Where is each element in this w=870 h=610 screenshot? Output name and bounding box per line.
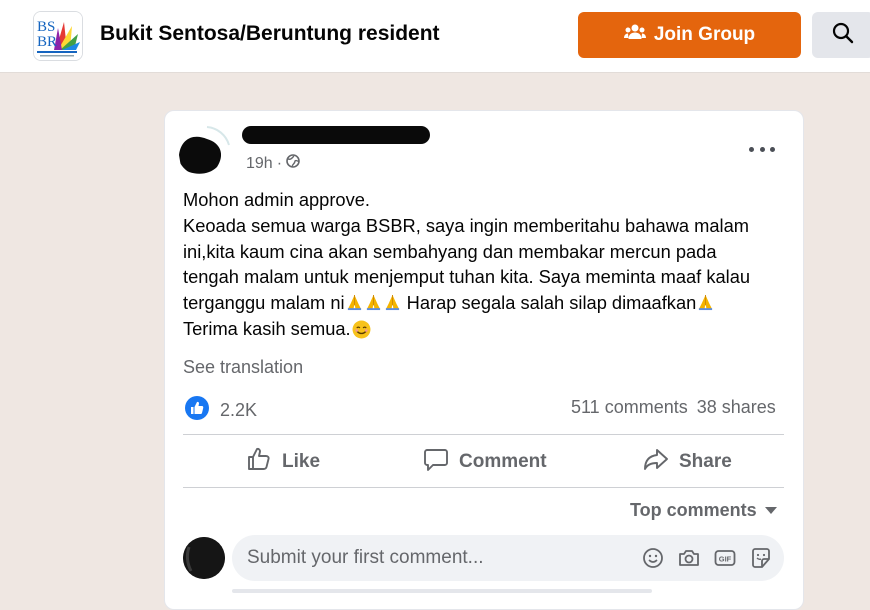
praying-hands-emoji (385, 295, 399, 311)
group-logo-image: BS BR (34, 12, 82, 60)
comment-bubble-icon (423, 446, 449, 478)
search-icon (832, 22, 854, 49)
post-line: ini,kita kaum cina akan sembahyang dan m… (183, 240, 717, 262)
more-dot (759, 146, 765, 152)
group-logo[interactable]: BS BR (33, 11, 83, 61)
camera-icon[interactable] (678, 547, 700, 569)
thumbs-up-icon (246, 446, 272, 478)
comment-count[interactable]: 511 comments (571, 397, 688, 418)
reaction-summary[interactable]: 2.2K (185, 396, 257, 425)
post-line: Terima kasih semua. (183, 316, 793, 342)
post-line-text: Terima kasih semua. (183, 317, 351, 339)
post-line: terganggu malam ni Harap segala salah si… (183, 290, 793, 316)
actions-divider-bottom (183, 487, 784, 488)
svg-text:BR: BR (37, 34, 57, 50)
share-label: Share (679, 451, 732, 472)
post-line: tengah malam untuk menjemput tuhan kita.… (183, 266, 751, 288)
emoji-picker-icon[interactable] (642, 547, 664, 569)
next-comment-preview (232, 589, 652, 593)
join-group-button[interactable]: Join Group (578, 12, 801, 58)
post-body: Mohon admin approve. Keoada semua warga … (183, 187, 793, 342)
like-count: 2.2K (220, 400, 258, 420)
gif-icon[interactable]: GIF (714, 547, 736, 569)
like-reaction-icon (185, 396, 209, 425)
praying-hands-emoji (699, 295, 713, 311)
praying-hands-emoji (347, 295, 361, 311)
search-button[interactable] (812, 12, 870, 58)
share-button[interactable]: Share (643, 448, 732, 476)
svg-text:GIF: GIF (719, 555, 732, 564)
post-line-text: Harap segala salah silap dimaafkan (401, 292, 697, 314)
meta-separator: · (276, 154, 283, 172)
post-line: Mohon admin approve. (183, 189, 370, 210)
praying-hands-emoji (366, 295, 380, 311)
post-line: Keoada semua warga BSBR, saya ingin memb… (183, 214, 750, 236)
author-name-redacted (242, 126, 430, 144)
post-stats: 511 comments 38 shares (571, 397, 776, 418)
more-dot (749, 146, 754, 152)
comment-label: Comment (459, 451, 547, 472)
author-avatar[interactable] (177, 125, 233, 177)
share-count[interactable]: 38 shares (697, 397, 776, 418)
sticker-icon[interactable] (750, 547, 772, 569)
share-arrow-icon (643, 446, 669, 478)
comment-sort-dropdown[interactable]: Top comments (630, 500, 777, 521)
comment-input-placeholder: Submit your first comment... (247, 547, 484, 568)
join-group-label: Join Group (653, 24, 756, 45)
group-header: BS BR Bukit Sentosa/Beruntung resident J… (0, 0, 870, 73)
like-label: Like (282, 451, 321, 472)
more-dot (770, 146, 775, 152)
smiling-emoji (352, 320, 371, 339)
actions-divider-top (183, 434, 784, 435)
see-translation-link[interactable]: See translation (183, 357, 303, 378)
post-meta: 19h · (246, 154, 300, 173)
more-options-button[interactable] (749, 139, 775, 159)
group-people-icon (623, 24, 646, 46)
comment-button[interactable]: Comment (423, 448, 547, 476)
globe-icon (286, 154, 300, 173)
like-button[interactable]: Like (246, 446, 321, 478)
comment-sort-label: Top comments (630, 500, 757, 520)
post-time[interactable]: 19h (246, 155, 273, 173)
viewer-avatar (183, 537, 225, 579)
group-title[interactable]: Bukit Sentosa/Beruntung resident (100, 22, 440, 46)
svg-text:BS: BS (37, 19, 55, 35)
post-line-text: terganggu malam ni (183, 292, 345, 314)
caret-down-icon (764, 507, 777, 514)
